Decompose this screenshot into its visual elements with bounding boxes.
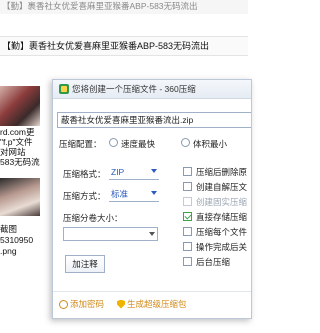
add-password-label: 添加密码	[70, 299, 105, 309]
add-password-link[interactable]: 添加密码	[59, 298, 104, 310]
thumbnail-image[interactable]	[0, 86, 40, 126]
format-select[interactable]: ZIP	[109, 165, 159, 180]
side-text-line: "f.p"文件	[0, 137, 33, 147]
page-title-bar: 【勤】裹香社女优爱喜麻里亚猴番ABP-583无码流出	[0, 0, 248, 14]
radio-smallest[interactable]	[181, 138, 190, 147]
checkbox-delete-after-label[interactable]: 压缩后删除原	[196, 166, 247, 178]
thumbnail-image[interactable]	[0, 178, 40, 216]
shield-icon	[117, 299, 125, 309]
side-text-line: rd.com更	[0, 127, 35, 137]
checkbox-compress-each-label[interactable]: 压缩每个文件	[196, 226, 247, 238]
checkbox-store-only-label[interactable]: 直接存储压缩	[196, 211, 247, 223]
method-value: 标准	[111, 189, 129, 199]
checkbox-self-extract-label[interactable]: 创建自解压文	[196, 181, 247, 193]
checkbox-delete-after[interactable]	[183, 167, 192, 176]
format-label: 压缩格式：	[63, 169, 106, 179]
output-filename-field[interactable]: 蔽香社女优爱喜麻里亚猴番流出.zip	[57, 112, 251, 128]
split-size-input[interactable]	[63, 227, 158, 241]
radio-smallest-label[interactable]: 体积最小	[193, 138, 227, 150]
compression-config-label: 压缩配置：	[59, 139, 102, 149]
method-select[interactable]: 标准	[109, 187, 159, 202]
chevron-down-icon	[149, 232, 155, 236]
checkbox-close-after-label[interactable]: 操作完成后关	[196, 241, 247, 253]
checkbox-close-after[interactable]	[183, 242, 192, 251]
page-header: 【勤】裹香社女优爱喜麻里亚猴番ABP-583无码流出	[0, 36, 248, 56]
add-comment-button[interactable]: 加注释	[65, 255, 105, 273]
compress-dialog: 您将创建一个压缩文件 - 360压缩 蔽香社女优爱喜麻里亚猴番流出.zip 压缩…	[52, 79, 252, 319]
method-label: 压缩方式：	[63, 191, 106, 201]
footer-divider	[53, 291, 251, 292]
side-text-line: .png	[0, 246, 17, 256]
chevron-down-icon	[151, 169, 157, 173]
side-text-line: 截图	[0, 224, 18, 234]
create-super-archive-link[interactable]: 生成超级压缩包	[117, 298, 187, 310]
split-size-label: 压缩分卷大小：	[63, 213, 123, 223]
checkbox-solid-archive-label[interactable]: 创建固实压缩	[196, 196, 247, 208]
side-text-line: 583无码流	[0, 157, 40, 167]
checkbox-background[interactable]	[183, 257, 192, 266]
checkbox-background-label[interactable]: 后台压缩	[196, 256, 230, 268]
key-icon	[59, 299, 68, 309]
checkbox-solid-archive[interactable]	[183, 197, 192, 206]
archive-app-icon	[59, 84, 69, 94]
checkbox-store-only[interactable]	[183, 212, 192, 221]
radio-fastest-label[interactable]: 速度最快	[121, 138, 155, 150]
side-text-line: 5310950	[0, 235, 34, 245]
radio-fastest[interactable]	[109, 138, 118, 147]
format-value: ZIP	[111, 167, 125, 177]
dialog-title: 您将创建一个压缩文件 - 360压缩	[72, 84, 196, 94]
chevron-down-icon	[151, 191, 157, 195]
checkbox-compress-each[interactable]	[183, 227, 192, 236]
checkbox-self-extract[interactable]	[183, 182, 192, 191]
dialog-titlebar[interactable]: 您将创建一个压缩文件 - 360压缩	[53, 80, 251, 99]
side-text-line: 对网站	[0, 147, 26, 157]
side-text-block: rd.com更 "f.p"文件 对网站 583无码流	[0, 127, 54, 167]
create-super-archive-label: 生成超级压缩包	[127, 299, 187, 309]
side-text-block: 截图 5310950 .png	[0, 224, 54, 257]
